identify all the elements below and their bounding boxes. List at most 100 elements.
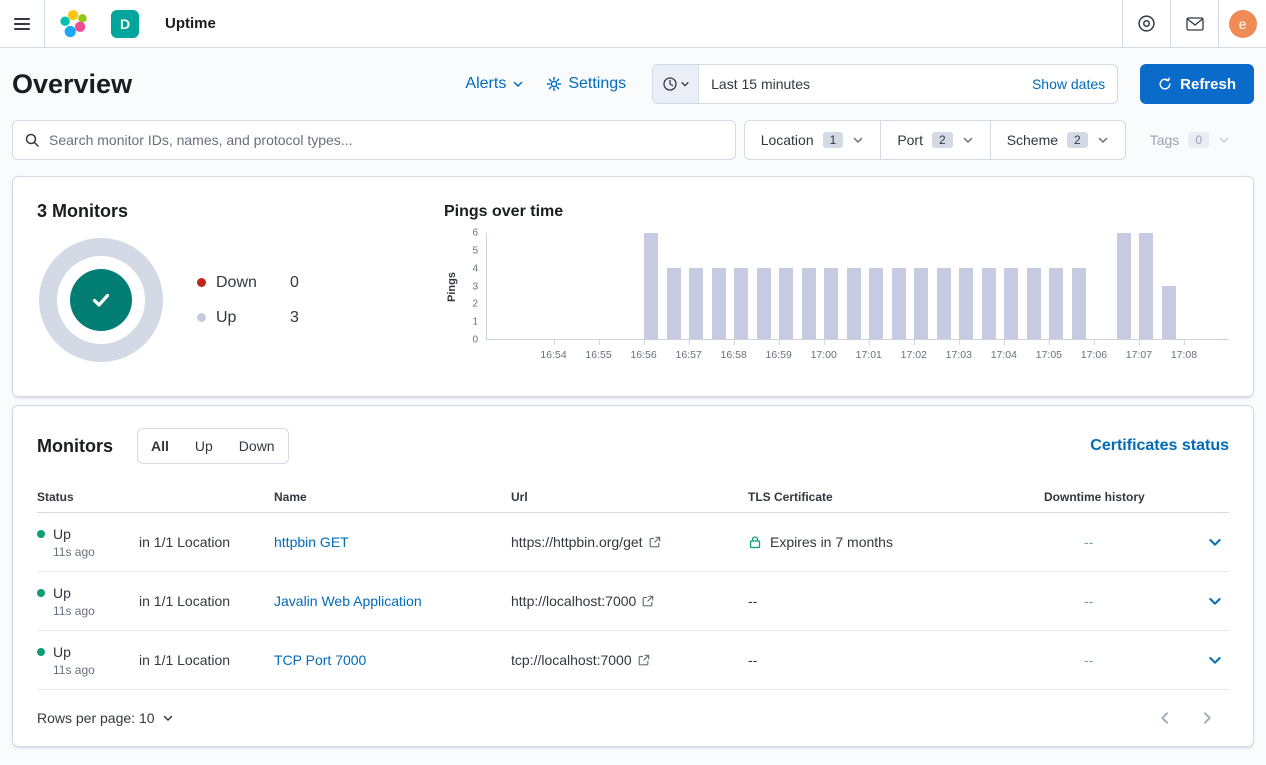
refresh-button[interactable]: Refresh <box>1140 64 1254 104</box>
x-tick-label: 16:57 <box>675 349 701 361</box>
status-text: Up <box>53 644 71 660</box>
cloud-deployment-icon <box>1137 14 1156 33</box>
pings-bar <box>644 233 658 339</box>
expand-row-button[interactable] <box>1207 652 1223 668</box>
chevron-down-icon <box>680 79 690 89</box>
search-input[interactable] <box>12 120 736 160</box>
clock-icon <box>662 76 678 92</box>
table-row: Up 11s ago in 1/1 Location httpbin GET h… <box>37 513 1229 572</box>
rows-per-page-label: Rows per page: 10 <box>37 710 155 726</box>
filter-row: Location 1 Port 2 Scheme 2 Tags 0 <box>0 120 1266 160</box>
filter-label: Tags <box>1150 132 1180 148</box>
chevron-down-icon <box>962 134 974 146</box>
user-menu-button[interactable]: e <box>1218 0 1266 47</box>
pings-bar <box>1139 233 1153 339</box>
pings-bar <box>689 268 703 339</box>
snapshot-card: 3 Monitors Down 0 <box>12 176 1254 397</box>
pings-bar <box>734 268 748 339</box>
show-dates-button[interactable]: Show dates <box>1020 65 1117 103</box>
status-cell: Up 11s ago <box>37 585 139 618</box>
pings-bar <box>802 268 816 339</box>
user-avatar: e <box>1229 10 1257 38</box>
location-cell: in 1/1 Location <box>139 652 274 668</box>
expand-row-button[interactable] <box>1207 534 1223 550</box>
monitors-header: Monitors All Up Down Certificates status <box>37 428 1229 464</box>
monitor-name-link[interactable]: httpbin GET <box>274 534 349 550</box>
space-avatar[interactable]: D <box>111 10 139 38</box>
chevron-down-icon <box>1097 134 1109 146</box>
date-range-button[interactable]: Last 15 minutes <box>699 65 1020 103</box>
pings-bar <box>914 268 928 339</box>
x-tick-label: 16:56 <box>630 349 656 361</box>
url-cell: http://localhost:7000 <box>511 593 748 609</box>
tls-text: Expires in 7 months <box>770 534 893 550</box>
pings-bar <box>847 268 861 339</box>
pings-bar <box>712 268 726 339</box>
refresh-label: Refresh <box>1180 76 1236 93</box>
tab-up[interactable]: Up <box>182 429 226 463</box>
hamburger-icon <box>14 18 30 30</box>
monitor-name-link[interactable]: TCP Port 7000 <box>274 652 366 668</box>
external-link-icon[interactable] <box>642 595 654 607</box>
status-ago: 11s ago <box>53 604 139 618</box>
down-dot-icon <box>197 278 206 287</box>
x-tick-label: 16:54 <box>540 349 566 361</box>
pings-bar <box>779 268 793 339</box>
page-header: Overview Alerts Settings <box>0 48 1266 114</box>
x-tick-label: 16:55 <box>585 349 611 361</box>
filter-label: Scheme <box>1007 132 1058 148</box>
next-page-button[interactable] <box>1195 706 1219 730</box>
newsfeed-button[interactable] <box>1170 0 1218 47</box>
y-tick-label: 3 <box>472 281 478 292</box>
filter-tags-button[interactable]: Tags 0 <box>1134 132 1254 148</box>
monitors-table: Status Name Url TLS Certificate Downtime… <box>37 482 1229 690</box>
external-link-icon[interactable] <box>649 536 661 548</box>
certificates-status-link[interactable]: Certificates status <box>1090 437 1229 455</box>
filter-scheme-button[interactable]: Scheme 2 <box>990 121 1125 159</box>
tls-cell: Expires in 7 months <box>748 534 1044 550</box>
pings-bar <box>757 268 771 339</box>
filter-port-button[interactable]: Port 2 <box>880 121 989 159</box>
expand-row-button[interactable] <box>1207 593 1223 609</box>
search-icon <box>24 132 40 148</box>
check-icon <box>86 285 116 315</box>
column-header-location <box>139 489 274 505</box>
status-up-icon <box>37 530 45 538</box>
menu-button[interactable] <box>0 0 45 47</box>
cloud-deployment-button[interactable] <box>1122 0 1170 47</box>
settings-button[interactable]: Settings <box>546 75 626 93</box>
x-tick-label: 17:08 <box>1171 349 1197 361</box>
previous-page-button[interactable] <box>1153 706 1177 730</box>
y-tick-label: 5 <box>472 245 478 256</box>
status-text: Up <box>53 526 71 542</box>
pings-bar <box>1004 268 1018 339</box>
external-link-icon[interactable] <box>638 654 650 666</box>
tab-all[interactable]: All <box>138 429 182 463</box>
chevron-down-icon <box>162 712 174 724</box>
top-navigation-bar: D Uptime e <box>0 0 1266 48</box>
monitor-name-link[interactable]: Javalin Web Application <box>274 593 422 609</box>
app-title: Uptime <box>165 15 216 32</box>
donut-legend: Down 0 Up 3 <box>197 274 299 327</box>
topbar-right: e <box>1122 0 1266 47</box>
elastic-logo[interactable] <box>59 9 89 39</box>
status-up-icon <box>37 648 45 656</box>
y-tick-label: 6 <box>472 228 478 239</box>
monitor-url: http://localhost:7000 <box>511 593 636 609</box>
quick-select-button[interactable] <box>653 65 699 103</box>
tab-down[interactable]: Down <box>226 429 288 463</box>
alerts-dropdown-button[interactable]: Alerts <box>465 75 524 93</box>
snapshot-summary: 3 Monitors Down 0 <box>37 201 444 372</box>
status-donut-chart <box>39 238 163 362</box>
rows-per-page-button[interactable]: Rows per page: 10 <box>37 710 174 726</box>
pings-bar <box>959 268 973 339</box>
column-header-expand <box>1189 489 1229 505</box>
table-row: Up 11s ago in 1/1 Location TCP Port 7000… <box>37 631 1229 690</box>
x-tick-label: 17:05 <box>1036 349 1062 361</box>
refresh-icon <box>1158 77 1172 91</box>
filter-location-button[interactable]: Location 1 <box>745 121 881 159</box>
legend-value: 3 <box>290 309 299 327</box>
y-tick-label: 1 <box>472 317 478 328</box>
settings-label: Settings <box>568 75 626 93</box>
monitors-card: Monitors All Up Down Certificates status… <box>12 405 1254 747</box>
